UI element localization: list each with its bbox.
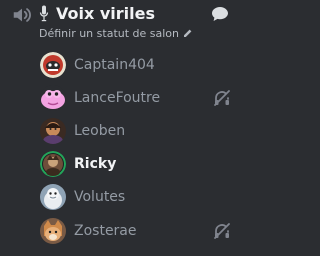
voice-user-row[interactable]: Ricky [36,149,246,179]
speaker-icon [13,8,31,22]
pencil-icon [184,29,192,37]
voice-user-row[interactable]: Captain404 [36,50,246,80]
avatar[interactable] [40,218,66,244]
avatar[interactable] [40,151,66,177]
avatar[interactable] [40,118,66,144]
avatar[interactable] [40,85,66,111]
username: LanceFoutre [74,90,161,106]
voice-user-row[interactable]: Zosterae [36,216,246,246]
voice-user-row[interactable]: Leoben [36,116,246,146]
username: Captain404 [74,57,155,73]
voice-user-row[interactable]: LanceFoutre [36,83,246,113]
username: Zosterae [74,223,137,239]
voice-channel-header[interactable]: Voix viriles Définir un statut de salon [0,0,252,44]
username: Ricky [74,156,117,172]
headphones-off-icon [214,223,230,239]
set-channel-status[interactable]: Définir un statut de salon [39,25,193,41]
channel-name[interactable]: Voix viriles [56,2,155,26]
avatar[interactable] [40,52,66,78]
chat-bubble-icon[interactable] [211,6,229,22]
headphones-off-icon [214,90,230,106]
microphone-icon [39,5,49,22]
status-placeholder-text: Définir un statut de salon [39,26,180,40]
avatar[interactable] [40,184,66,210]
username: Leoben [74,123,126,139]
username: Volutes [74,189,126,205]
voice-user-row[interactable]: Volutes [36,182,246,212]
